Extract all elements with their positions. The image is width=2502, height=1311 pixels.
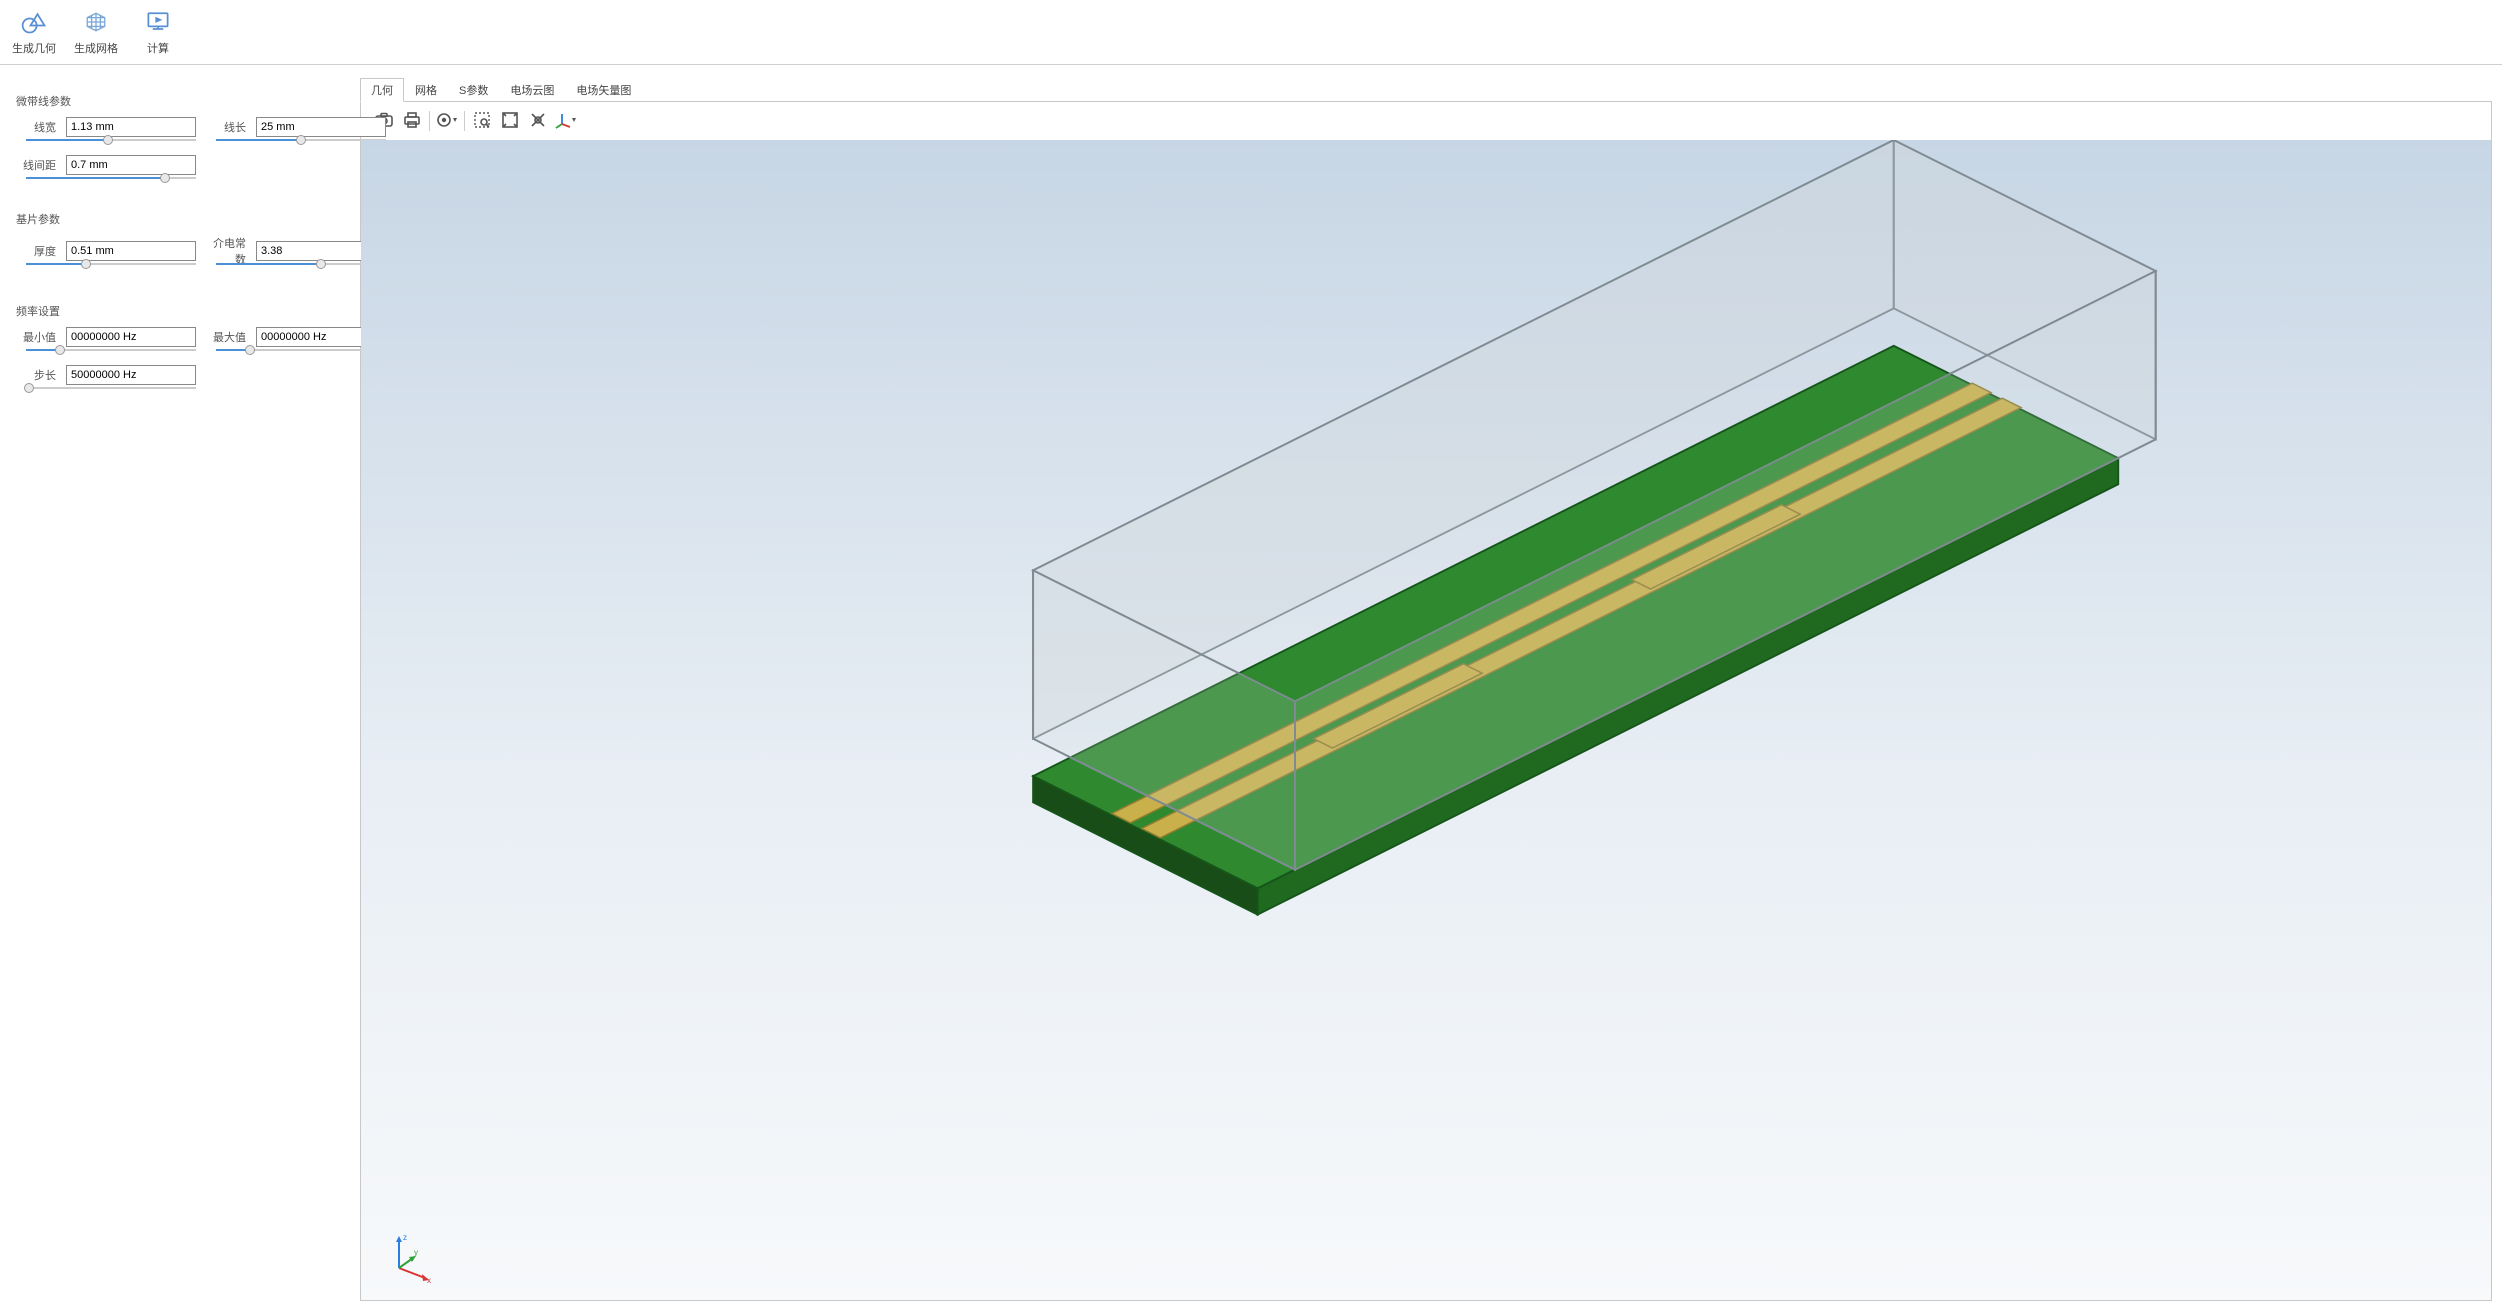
substrate-section: 基片参数 厚度 介电常数 [16,211,344,267]
tab-sparams[interactable]: S参数 [448,78,499,102]
parameters-sidebar: 微带线参数 线宽 线长 线间距 [0,65,360,1311]
freq-min-label: 最小值 [16,329,56,345]
svg-text:y: y [414,1248,418,1257]
thickness-slider[interactable] [26,263,196,265]
freq-min-slider[interactable] [26,349,196,351]
zoom-selection-icon [528,110,548,133]
mesh-icon [80,6,112,38]
compute-icon [142,6,174,38]
compute-label: 计算 [147,40,169,56]
toolbar-separator [429,111,430,131]
geometry-render [361,140,2491,1300]
line-width-slider[interactable] [26,139,196,141]
zoom-box-icon [472,110,492,133]
freq-step-slider[interactable] [26,387,196,389]
frequency-title: 频率设置 [16,303,344,319]
compute-button[interactable]: 计算 [132,4,184,58]
view-tabs: 几何 网格 S参数 电场云图 电场矢量图 [360,77,2492,101]
axes-dropdown-icon [555,110,577,133]
freq-max-label: 最大值 [206,329,246,345]
line-width-input[interactable] [66,117,196,137]
generate-mesh-button[interactable]: 生成网格 [70,4,122,58]
toolbar-separator [464,111,465,131]
generate-geometry-button[interactable]: 生成几何 [8,4,60,58]
tab-mesh[interactable]: 网格 [404,78,448,102]
line-width-label: 线宽 [16,119,56,135]
rotate-view-button[interactable] [553,108,579,134]
tab-efield-vector[interactable]: 电场矢量图 [565,78,642,102]
line-length-input[interactable] [256,117,386,137]
line-spacing-label: 线间距 [16,157,56,173]
freq-min-input[interactable] [66,327,196,347]
microstrip-title: 微带线参数 [16,93,344,109]
viewport-3d[interactable]: z x y [361,140,2491,1300]
freq-step-input[interactable] [66,365,196,385]
zoom-box-button[interactable] [469,108,495,134]
content-area: 几何 网格 S参数 电场云图 电场矢量图 [360,65,2502,1311]
tab-efield-cloud[interactable]: 电场云图 [499,78,565,102]
frequency-section: 频率设置 最小值 最大值 步长 [16,303,344,385]
microstrip-section: 微带线参数 线宽 线长 线间距 [16,93,344,175]
thickness-input[interactable] [66,241,196,261]
thickness-label: 厚度 [16,243,56,259]
zoom-extents-button[interactable] [497,108,523,134]
tab-geometry[interactable]: 几何 [360,78,404,102]
printer-icon [402,110,422,133]
line-length-label: 线长 [206,119,246,135]
freq-step-label: 步长 [16,367,56,383]
zoom-extents-icon [500,110,520,133]
line-spacing-slider[interactable] [26,177,196,179]
generate-mesh-label: 生成网格 [74,40,118,56]
view-settings-button[interactable] [434,108,460,134]
line-spacing-input[interactable] [66,155,196,175]
zoom-selection-button[interactable] [525,108,551,134]
generate-geometry-label: 生成几何 [12,40,56,56]
canvas-toolbar [361,102,2491,140]
svg-text:x: x [427,1276,431,1284]
canvas-wrap: z x y [360,101,2492,1301]
axis-triad: z x y [381,1228,437,1284]
print-button[interactable] [399,108,425,134]
top-toolbar: 生成几何 生成网格 [0,0,2502,65]
substrate-title: 基片参数 [16,211,344,227]
badge-dropdown-icon [436,110,458,133]
geometry-icon [18,6,50,38]
svg-text:z: z [403,1233,407,1242]
